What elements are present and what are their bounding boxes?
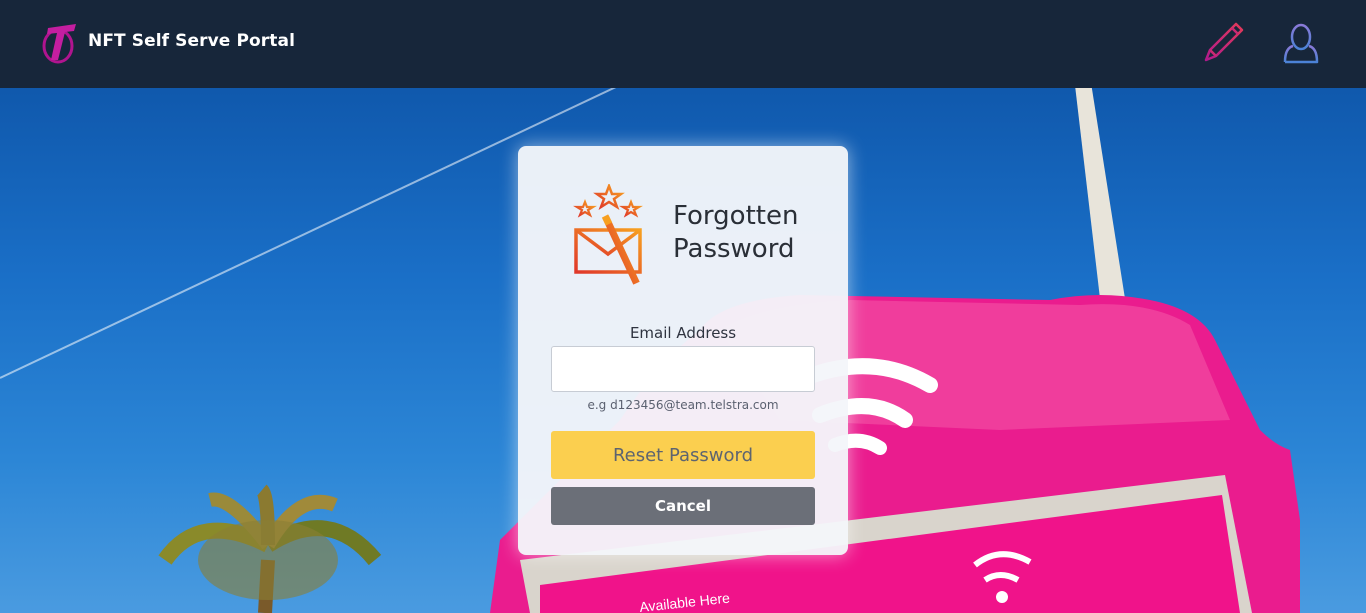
- reset-password-button[interactable]: Reset Password: [551, 431, 815, 479]
- app-title: NFT Self Serve Portal: [88, 31, 296, 51]
- telstra-logo-icon[interactable]: [40, 20, 80, 64]
- email-hint: e.g d123456@team.telstra.com: [587, 398, 779, 412]
- pencil-icon: [1204, 22, 1244, 62]
- top-navigation-bar: NFT Self Serve Portal: [0, 0, 1366, 88]
- email-label: Email Address: [629, 324, 737, 342]
- user-icon: [1283, 23, 1319, 64]
- edit-button[interactable]: [1200, 20, 1246, 66]
- cancel-button[interactable]: Cancel: [551, 487, 815, 525]
- forgotten-password-card: Forgotten Password Email Address e.g d12…: [518, 146, 848, 555]
- mail-stars-icon: [573, 184, 643, 285]
- palm-tree: [158, 484, 382, 613]
- user-profile-button[interactable]: [1278, 20, 1324, 66]
- card-title: Forgotten Password: [673, 201, 799, 264]
- email-input[interactable]: [551, 346, 815, 392]
- sign-wifi-dot: [996, 591, 1008, 603]
